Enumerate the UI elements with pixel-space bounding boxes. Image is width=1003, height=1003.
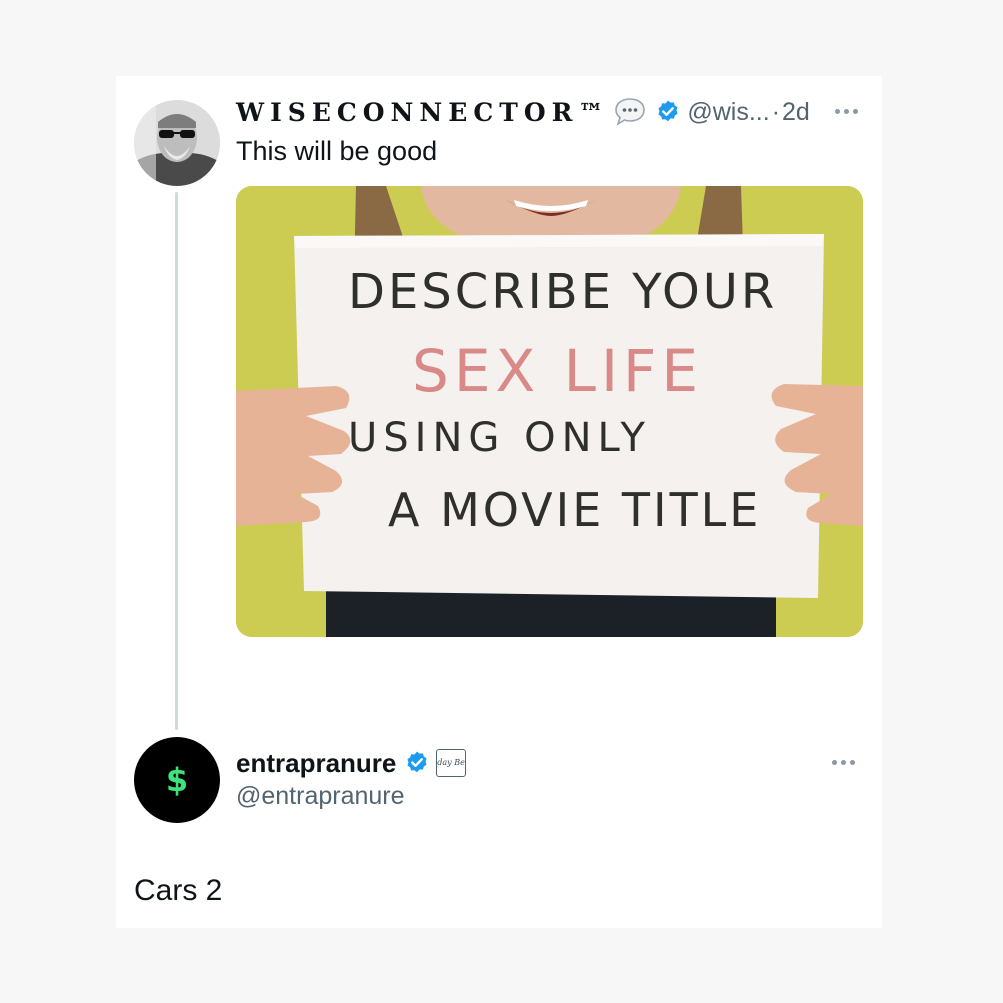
sign-line-1: DESCRIBE YOUR bbox=[348, 264, 777, 320]
sign-line-2: SEX LIFE bbox=[412, 337, 703, 405]
reply-avatar[interactable]: $ bbox=[134, 737, 220, 823]
reply-text: Cars 2 bbox=[134, 874, 223, 907]
reply-display-name[interactable]: entrapranure bbox=[236, 748, 396, 779]
author-handle[interactable]: @wis... bbox=[687, 98, 769, 127]
tweet-media-image[interactable]: DESCRIBE YOUR SEX LIFE USING ONLY A MOVI… bbox=[236, 186, 863, 637]
tweet-timestamp[interactable]: 2d bbox=[782, 98, 810, 127]
more-dot bbox=[841, 760, 846, 765]
more-dot bbox=[850, 760, 855, 765]
more-dot bbox=[844, 109, 849, 114]
avatar-photo bbox=[134, 100, 220, 186]
affiliate-badge-icon[interactable]: Friday Beers bbox=[436, 749, 467, 777]
avatar[interactable] bbox=[134, 100, 220, 186]
dollar-sign-icon: $ bbox=[165, 761, 189, 799]
tweet-text: This will be good bbox=[236, 136, 438, 166]
reply-handle[interactable]: @entrapranure bbox=[236, 782, 405, 811]
speech-bubble-icon bbox=[613, 95, 647, 129]
sign-line-4: A MOVIE TITLE bbox=[388, 483, 761, 537]
more-dot bbox=[835, 109, 840, 114]
tweet-author-row: WISECONNECTOR™ @wis... · 2d bbox=[236, 92, 810, 132]
sign-photo: DESCRIBE YOUR SEX LIFE USING ONLY A MOVI… bbox=[236, 186, 863, 637]
verified-badge-icon bbox=[655, 99, 681, 125]
more-dot bbox=[832, 760, 837, 765]
separator-dot: · bbox=[771, 97, 781, 126]
sign-line-3: USING ONLY bbox=[348, 415, 651, 461]
reply-more-options-button[interactable] bbox=[832, 760, 855, 765]
more-options-button[interactable] bbox=[835, 109, 858, 114]
thread-connector-line bbox=[175, 192, 178, 730]
verified-badge-icon bbox=[404, 750, 430, 776]
more-dot bbox=[853, 109, 858, 114]
reply-author-row: entrapranure Friday Beers bbox=[236, 744, 467, 782]
author-display-name[interactable]: WISECONNECTOR™ bbox=[236, 98, 609, 127]
